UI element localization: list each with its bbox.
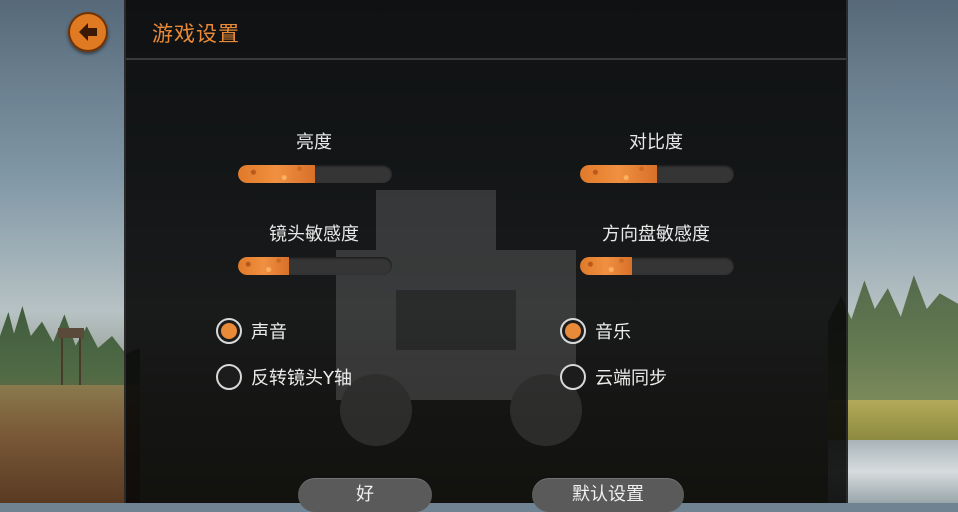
ok-button[interactable]: 好 [298, 478, 432, 512]
contrast-label: 对比度 [629, 132, 683, 153]
invert-camera-y-label: 反转镜头Y轴 [251, 368, 352, 389]
radio-icon [216, 364, 242, 390]
radio-icon [560, 318, 586, 344]
radio-icon [216, 318, 242, 344]
cloud-sync-label: 云端同步 [595, 368, 667, 389]
watchtower [58, 328, 84, 388]
music-toggle[interactable]: 音乐 [560, 318, 631, 344]
brightness-slider[interactable] [238, 165, 392, 183]
settings-panel: 游戏设置 亮度 对比度 镜头敏感度 方向盘敏感度 声音 音乐 反转镜头Y轴 云端… [124, 0, 848, 512]
steering-sensitivity-label: 方向盘敏感度 [602, 224, 710, 245]
sound-toggle[interactable]: 声音 [216, 318, 287, 344]
music-label: 音乐 [595, 322, 631, 343]
contrast-slider[interactable] [580, 165, 734, 183]
camera-sensitivity-slider[interactable] [238, 257, 392, 275]
radio-icon [560, 364, 586, 390]
back-arrow-icon [79, 23, 97, 41]
panel-header: 游戏设置 [126, 0, 846, 60]
brightness-label: 亮度 [296, 132, 332, 153]
back-button[interactable] [68, 12, 108, 52]
sound-label: 声音 [251, 322, 287, 343]
ground-left [0, 385, 140, 503]
steering-sensitivity-slider[interactable] [580, 257, 734, 275]
camera-sensitivity-label: 镜头敏感度 [269, 224, 359, 245]
invert-camera-y-toggle[interactable]: 反转镜头Y轴 [216, 364, 352, 390]
page-title: 游戏设置 [152, 22, 240, 46]
restore-defaults-button[interactable]: 默认设置 [532, 478, 684, 512]
cloud-sync-toggle[interactable]: 云端同步 [560, 364, 667, 390]
